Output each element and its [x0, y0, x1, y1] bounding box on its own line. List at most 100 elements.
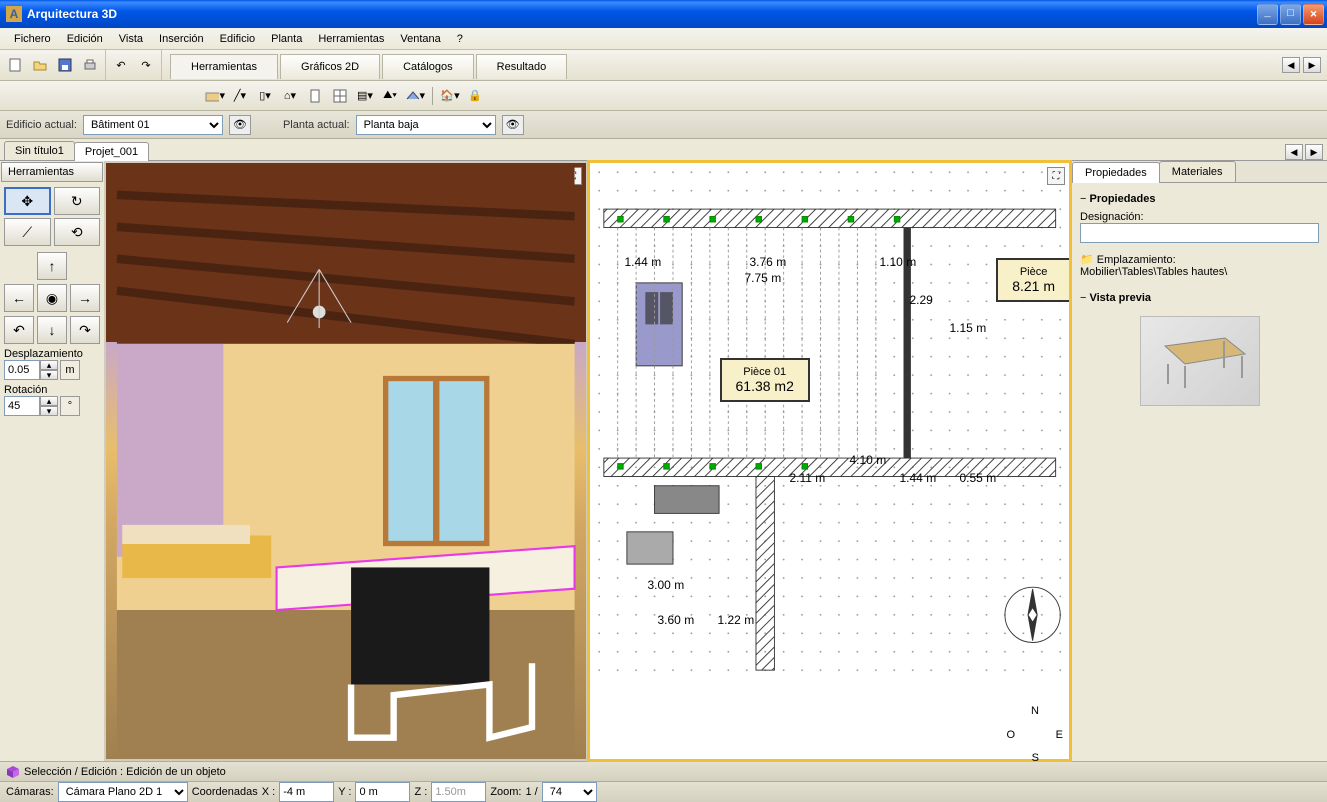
nav-up-button[interactable]: ↑ — [37, 252, 67, 280]
nav-down-button[interactable]: ↓ — [37, 316, 67, 344]
tools-panel: Herramientas ✥ ↻ ⟋ ⟲ ↑ ← ◉ → ↶ ↓ ↷ Despl… — [0, 161, 104, 761]
orbit-tool-button[interactable]: ⟲ — [54, 218, 101, 246]
roof-button[interactable]: ▾ — [404, 85, 426, 107]
door-button[interactable] — [304, 85, 326, 107]
menu-help[interactable]: ? — [449, 31, 471, 47]
minimize-button[interactable]: _ — [1257, 4, 1278, 25]
nav-right-button[interactable]: → — [70, 284, 100, 312]
coord-x-input[interactable] — [279, 782, 334, 802]
section-properties-head[interactable]: Propiedades — [1080, 189, 1319, 209]
menu-floor[interactable]: Planta — [263, 31, 310, 47]
column-button[interactable]: ▯▾ — [254, 85, 276, 107]
room2-area: 8.21 m — [1012, 278, 1055, 294]
zoom-ratio: 1 / — [526, 786, 538, 798]
scene-3d-icon — [106, 163, 586, 759]
ribbon-next-button[interactable]: ▶ — [1303, 57, 1321, 73]
floor-visibility-button[interactable]: 👁 — [502, 115, 524, 135]
menu-view[interactable]: Vista — [111, 31, 151, 47]
print-button[interactable] — [79, 54, 101, 76]
menu-insert[interactable]: Inserción — [151, 31, 212, 47]
nav-rotleft-button[interactable]: ↶ — [4, 316, 34, 344]
dim-4: 1.10 m — [880, 255, 917, 269]
doctab-prev-button[interactable]: ◀ — [1285, 144, 1303, 160]
coord-y-input[interactable] — [355, 782, 410, 802]
open-file-button[interactable] — [29, 54, 51, 76]
floor-label: Planta actual: — [283, 119, 350, 131]
displacement-input[interactable] — [4, 360, 40, 380]
dim-11: 3.60 m — [658, 613, 695, 627]
ribbon-prev-button[interactable]: ◀ — [1282, 57, 1300, 73]
rotation-label: Rotación — [4, 384, 100, 396]
floor-select[interactable]: Planta baja — [356, 115, 496, 135]
nav-left-button[interactable]: ← — [4, 284, 34, 312]
tab-materials[interactable]: Materiales — [1159, 161, 1236, 182]
menubar: Fichero Edición Vista Inserción Edificio… — [0, 28, 1327, 50]
room2-name: Pièce — [1012, 266, 1055, 278]
terrain-button[interactable]: ⛰▾ — [379, 85, 401, 107]
rotation-unit-button[interactable]: ° — [60, 396, 80, 416]
viewport-2d[interactable]: ⛶ P — [590, 163, 1070, 759]
stairs-button[interactable]: ▤▾ — [354, 85, 376, 107]
pan-tool-button[interactable]: ⟋ — [4, 218, 51, 246]
building-visibility-button[interactable]: 👁 — [229, 115, 251, 135]
camera-select[interactable]: Cámara Plano 2D 1 — [58, 782, 188, 802]
menu-edit[interactable]: Edición — [59, 31, 111, 47]
nav-rotright-button[interactable]: ↷ — [70, 316, 100, 344]
move-tool-button[interactable]: ✥ — [4, 187, 51, 215]
save-button[interactable] — [54, 54, 76, 76]
building-select[interactable]: Bâtiment 01 — [83, 115, 223, 135]
tab-graphics2d[interactable]: Gráficos 2D — [280, 54, 380, 79]
status-text: Selección / Edición : Edición de un obje… — [24, 766, 226, 778]
status-row-2: Cámaras: Cámara Plano 2D 1 Coordenadas X… — [0, 781, 1327, 802]
maximize-button[interactable]: □ — [1280, 4, 1301, 25]
doctab-next-button[interactable]: ▶ — [1305, 144, 1323, 160]
location-path: Mobilier\Tables\Tables hautes\ — [1080, 266, 1319, 278]
tab-tools[interactable]: Herramientas — [170, 54, 278, 79]
rotation-up-button[interactable]: ▴ — [40, 396, 58, 406]
coord-y-label: Y : — [338, 786, 351, 798]
tab-properties[interactable]: Propiedades — [1072, 162, 1160, 183]
viewport-3d[interactable]: ⛶ — [106, 163, 586, 759]
designation-input[interactable] — [1080, 223, 1319, 243]
coord-z-label: Z : — [414, 786, 427, 798]
zoom-select[interactable]: 74 — [542, 782, 597, 802]
tools-panel-title: Herramientas — [1, 162, 103, 182]
doctab-untitled[interactable]: Sin título1 — [4, 141, 75, 160]
tab-result[interactable]: Resultado — [476, 54, 568, 79]
redo-button[interactable]: ↷ — [135, 54, 157, 76]
coord-z-input — [431, 782, 486, 802]
displacement-down-button[interactable]: ▾ — [40, 370, 58, 380]
viewports-area: ⛶ — [104, 161, 1071, 761]
menu-tools[interactable]: Herramientas — [310, 31, 392, 47]
lock-button[interactable]: 🔒 — [464, 85, 486, 107]
rotation-down-button[interactable]: ▾ — [40, 406, 58, 416]
window-button[interactable] — [329, 85, 351, 107]
tab-catalogs[interactable]: Catálogos — [382, 54, 474, 79]
room-label-1: Pièce 01 61.38 m2 — [720, 358, 810, 402]
house-button[interactable]: 🏠▾ — [439, 85, 461, 107]
dim-7: 4.10 m — [850, 453, 887, 467]
menu-window[interactable]: Ventana — [392, 31, 448, 47]
coord-x-label: X : — [262, 786, 275, 798]
doctab-project[interactable]: Projet_001 — [74, 142, 149, 161]
wall-button[interactable]: ▾ — [204, 85, 226, 107]
rotation-input[interactable] — [4, 396, 40, 416]
dim-9: 1.44 m — [900, 471, 937, 485]
new-file-button[interactable] — [4, 54, 26, 76]
section-preview-head[interactable]: Vista previa — [1080, 288, 1319, 308]
opening-button[interactable]: ⌂▾ — [279, 85, 301, 107]
menu-building[interactable]: Edificio — [212, 31, 263, 47]
compass-e: E — [1056, 729, 1063, 741]
undo-button[interactable]: ↶ — [110, 54, 132, 76]
rotate-tool-button[interactable]: ↻ — [54, 187, 101, 215]
displacement-unit: m — [60, 360, 80, 380]
displacement-up-button[interactable]: ▴ — [40, 360, 58, 370]
dim-12: 1.22 m — [718, 613, 755, 627]
dim-5: 2.29 — [910, 293, 933, 307]
menu-file[interactable]: Fichero — [6, 31, 59, 47]
close-button[interactable]: ✕ — [1303, 4, 1324, 25]
folder-icon: 📁 — [1080, 254, 1094, 266]
toolbar-row: ▾ ╱▾ ▯▾ ⌂▾ ▤▾ ⛰▾ ▾ 🏠▾ 🔒 — [0, 81, 1327, 111]
nav-center-button[interactable]: ◉ — [37, 284, 67, 312]
line-button[interactable]: ╱▾ — [229, 85, 251, 107]
